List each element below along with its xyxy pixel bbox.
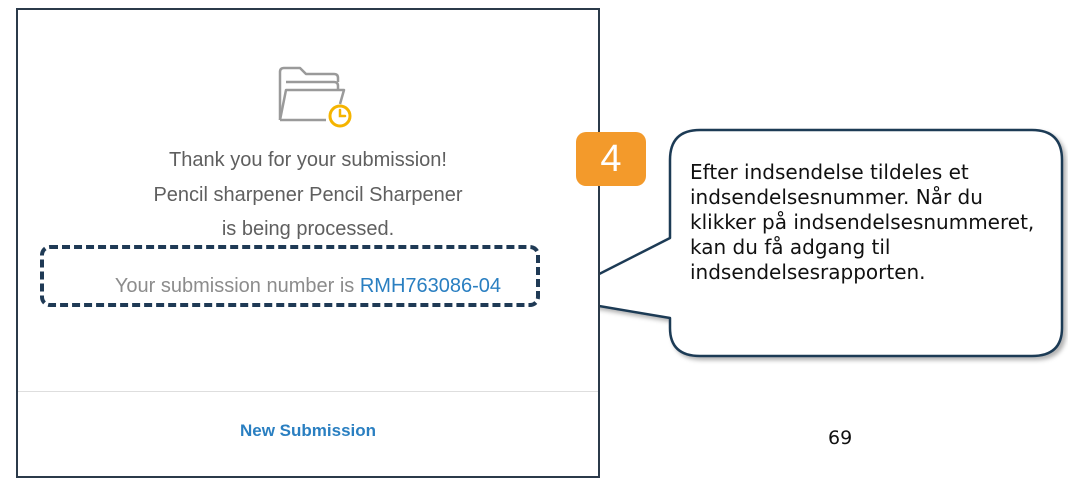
callout-text: Efter indsendelse tildeles et indsendels… xyxy=(690,160,1035,284)
new-submission-button[interactable]: New Submission xyxy=(18,421,598,441)
submission-number-highlight xyxy=(40,245,540,307)
footer-divider xyxy=(18,391,598,392)
confirmation-message-line3: is being processed. xyxy=(221,218,395,240)
confirmation-message-line2: Pencil sharpener Pencil Sharpener xyxy=(153,184,463,206)
step-number-badge: 4 xyxy=(576,132,646,186)
page-number: 69 xyxy=(828,427,853,449)
submission-dialog: Thank you for your submission! Pencil sh… xyxy=(16,8,600,478)
folder-clock-icon xyxy=(274,54,358,130)
confirmation-message-line1: Thank you for your submission! xyxy=(169,149,447,171)
